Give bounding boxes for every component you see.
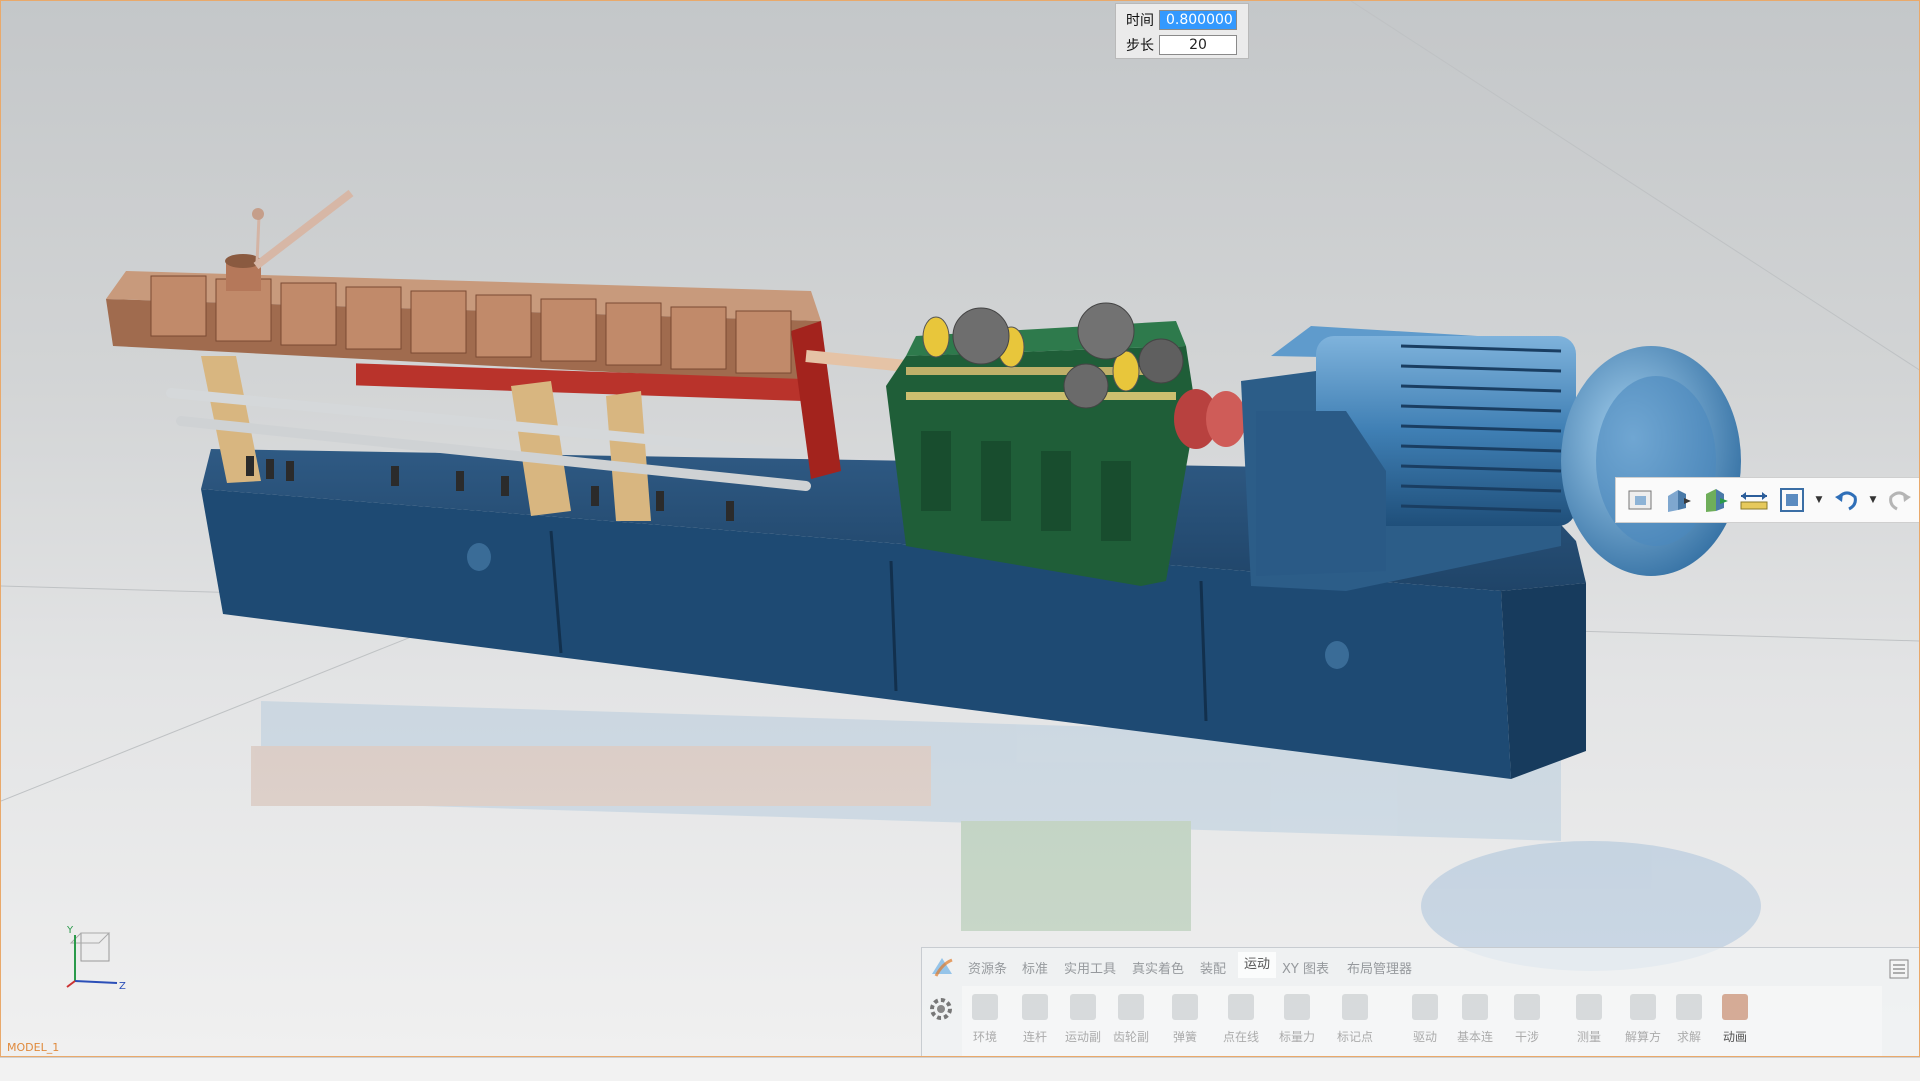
view-orient-button[interactable] [1624,484,1656,516]
point-on-curve-button[interactable]: 点在线 [1218,994,1264,1056]
ribbon-menu-icon[interactable] [1888,958,1910,980]
gear-pair-button[interactable]: 齿轮副 [1108,994,1154,1056]
basic-connect-icon [1462,994,1488,1020]
time-label: 时间 [1126,13,1154,29]
tab-motion[interactable]: 运动 [1238,952,1277,978]
time-field[interactable]: 0.800000 [1159,10,1237,30]
section-view-icon [1668,490,1691,512]
ribbon-toolbar: 资源条 标准 实用工具 真实着色 装配 运动 XY 图表 布局管理器 环境 连杆… [921,947,1919,1056]
driver-button[interactable]: 驱动 [1402,994,1448,1056]
interference-button[interactable]: 干涉 [1504,994,1550,1056]
simulation-time-panel: 时间 0.800000 步长 20 [1115,3,1249,59]
interference-icon [1514,994,1540,1020]
scalar-force-icon [1284,994,1310,1020]
measure-distance-button[interactable] [1738,484,1770,516]
measure-button[interactable]: 测量 [1566,994,1612,1056]
triad-y-label: Y [66,925,74,936]
model-name-label: MODEL_1 [7,1041,60,1054]
animation-button[interactable]: 动画 [1712,994,1758,1056]
app-logo-icon[interactable] [928,954,956,980]
basic-connect-button[interactable]: 基本连 [1452,994,1498,1056]
view-mini-toolbar: ▼ ▼ [1615,477,1919,523]
ribbon-tabs: 资源条 标准 实用工具 真实着色 装配 运动 XY 图表 布局管理器 [922,948,1919,986]
solver-icon [1630,994,1656,1020]
environment-icon [972,994,998,1020]
fit-view-icon [1780,488,1804,512]
step-label: 步长 [1126,38,1154,54]
tab-true-shading[interactable]: 真实着色 [1132,958,1184,977]
electric-motor[interactable] [1241,326,1741,591]
ribbon-commands: 环境 连杆 运动副 齿轮副 弹簧 点在线 标量力 标记点 驱动 基本连 干涉 测… [962,986,1882,1056]
undo-button[interactable] [1830,484,1862,516]
status-bar [0,1057,1920,1081]
joint-icon [1070,994,1096,1020]
redo-icon [1889,491,1911,511]
measure-icon [1576,994,1602,1020]
section-view-button[interactable] [1662,484,1694,516]
tab-layout-manager[interactable]: 布局管理器 [1347,958,1412,977]
time-row: 时间 0.800000 [1126,9,1237,31]
extruder-assembly-model[interactable] [1,1,1920,1057]
link-icon [1022,994,1048,1020]
driver-icon [1412,994,1438,1020]
environment-button[interactable]: 环境 [962,994,1008,1056]
coupling[interactable] [1174,389,1246,449]
tab-assembly[interactable]: 装配 [1200,958,1226,977]
marker-button[interactable]: 标记点 [1332,994,1378,1056]
animation-icon [1722,994,1748,1020]
tab-resource-bar[interactable]: 资源条 [968,958,1007,977]
step-field[interactable]: 20 [1159,35,1237,55]
clip-plane-icon [1706,489,1728,512]
view-triad-icon: Y Z [66,925,126,991]
clip-plane-button[interactable] [1700,484,1732,516]
spring-button[interactable]: 弹簧 [1162,994,1208,1056]
link-button[interactable]: 连杆 [1012,994,1058,1056]
fit-view-button[interactable] [1776,484,1808,516]
view-orient-icon [1628,490,1652,510]
solve-button[interactable]: 求解 [1666,994,1712,1056]
marker-icon [1342,994,1368,1020]
undo-dropdown-icon[interactable]: ▼ [1868,495,1878,505]
solver-button[interactable]: 解算方 [1620,994,1666,1056]
gear-pair-icon [1118,994,1144,1020]
undo-icon [1835,491,1857,511]
tab-xy-graph[interactable]: XY 图表 [1282,958,1329,977]
3d-viewport[interactable]: 时间 0.800000 步长 20 ▼ ▼ Y Z 资源条 标准 实用工具 真实… [0,0,1920,1057]
step-row: 步长 20 [1126,34,1237,56]
point-on-curve-icon [1228,994,1254,1020]
settings-gear-icon[interactable] [926,994,956,1024]
gearbox[interactable] [886,302,1196,586]
triad-z-label: Z [119,981,126,991]
solve-icon [1676,994,1702,1020]
spring-icon [1172,994,1198,1020]
joint-button[interactable]: 运动副 [1060,994,1106,1056]
tab-standard[interactable]: 标准 [1022,958,1048,977]
tab-utilities[interactable]: 实用工具 [1064,958,1116,977]
ruler-icon [1740,492,1768,510]
scalar-force-button[interactable]: 标量力 [1274,994,1320,1056]
fit-view-dropdown-icon[interactable]: ▼ [1814,495,1824,505]
redo-button[interactable] [1884,484,1916,516]
